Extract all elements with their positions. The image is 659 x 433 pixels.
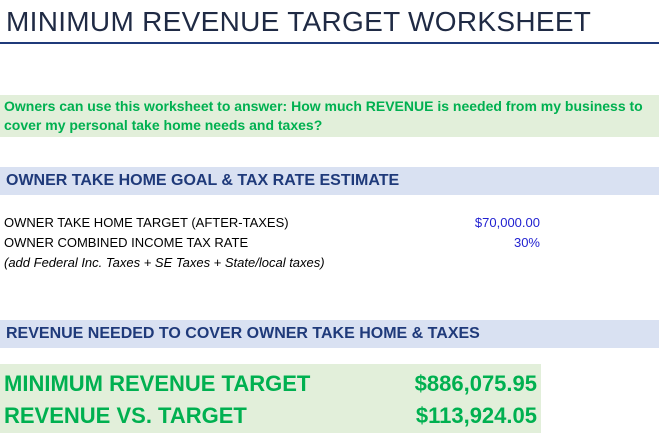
take-home-target-row: OWNER TAKE HOME TARGET (AFTER-TAXES) $70…	[4, 214, 544, 232]
results-block: MINIMUM REVENUE TARGET $886,075.95 REVEN…	[0, 364, 541, 433]
tax-rate-label: OWNER COMBINED INCOME TAX RATE	[4, 235, 249, 250]
minimum-revenue-label: MINIMUM REVENUE TARGET	[4, 371, 311, 396]
section-heading-take-home: OWNER TAKE HOME GOAL & TAX RATE ESTIMATE	[0, 167, 659, 195]
section-heading-revenue: REVENUE NEEDED TO COVER OWNER TAKE HOME …	[0, 320, 659, 348]
tax-rate-row: OWNER COMBINED INCOME TAX RATE 30%	[4, 234, 544, 252]
worksheet-title: MINIMUM REVENUE TARGET WORKSHEET	[6, 6, 592, 37]
intro-text: Owners can use this worksheet to answer:…	[0, 95, 659, 137]
revenue-vs-target-row: REVENUE VS. TARGET $113,924.05	[4, 400, 537, 432]
take-home-target-label: OWNER TAKE HOME TARGET (AFTER-TAXES)	[4, 215, 289, 230]
minimum-revenue-row: MINIMUM REVENUE TARGET $886,075.95	[4, 368, 537, 400]
title-underline	[0, 42, 659, 44]
minimum-revenue-value: $886,075.95	[414, 371, 537, 396]
revenue-vs-target-value: $113,924.05	[415, 403, 537, 428]
revenue-vs-target-label: REVENUE VS. TARGET	[4, 403, 247, 428]
take-home-target-value[interactable]: $70,000.00	[475, 214, 540, 232]
tax-rate-note: (add Federal Inc. Taxes + SE Taxes + Sta…	[4, 255, 325, 270]
tax-rate-value[interactable]: 30%	[514, 234, 540, 252]
